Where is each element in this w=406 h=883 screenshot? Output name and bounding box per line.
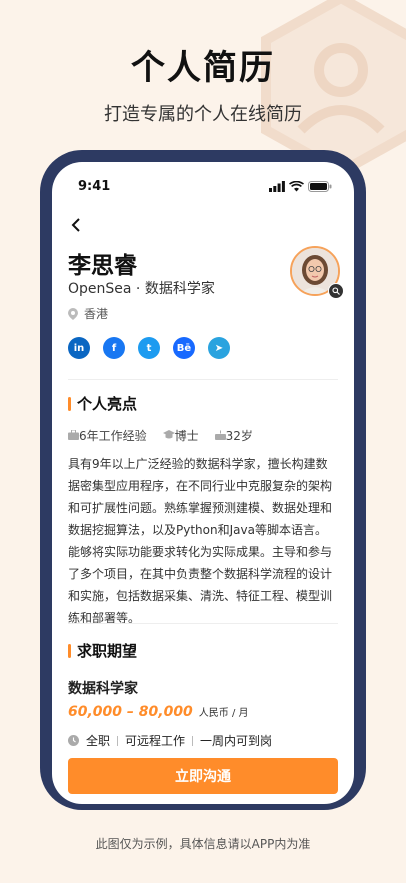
tag-fulltime: 全职 [86, 734, 111, 748]
signal-icon [269, 180, 285, 192]
section-title-highlights: 个人亮点 [68, 393, 137, 414]
graduation-cap-icon [162, 430, 175, 439]
divider [68, 623, 338, 624]
job-tags: 全职 可远程工作 一周内可到岗 [68, 732, 272, 749]
bio-text: 具有9年以上广泛经验的数据科学家，擅长构建数据密集型应用程序，在不同行业中克服复… [68, 457, 333, 625]
phone-screen: 9:41 李思睿 OpenSea · 数据科学家 香港 in f t Bē ➤ … [52, 162, 354, 804]
facebook-icon[interactable]: f [103, 337, 125, 359]
profile-location: 香港 [68, 305, 108, 322]
disclaimer-text: 此图仅为示例，具体信息请以APP内为准 [95, 837, 311, 851]
salary-range: 60,000 – 80,000 [68, 704, 193, 720]
section-title-expectation: 求职期望 [68, 640, 137, 661]
page-subtitle: 打造专属的个人在线简历 [104, 104, 302, 125]
highlight-meta: 6年工作经验 博士 32岁 [68, 427, 253, 444]
back-arrow-icon[interactable] [68, 216, 86, 234]
tag-availability: 一周内可到岗 [200, 734, 273, 748]
degree-text: 博士 [174, 429, 199, 443]
wifi-icon [289, 180, 304, 191]
cake-icon [214, 430, 226, 440]
experience-text: 6年工作经验 [79, 429, 147, 443]
twitter-icon[interactable]: t [138, 337, 160, 359]
expected-job: 数据科学家 [68, 681, 138, 697]
age-text: 32岁 [225, 429, 253, 443]
expected-salary: 60,000 – 80,000 人民币 / 月 [68, 704, 249, 720]
telegram-icon[interactable]: ➤ [208, 337, 230, 359]
status-bar: 9:41 [78, 176, 332, 196]
clock-icon [68, 735, 79, 746]
briefcase-icon [68, 429, 79, 440]
divider [68, 379, 338, 380]
profile-role: OpenSea · 数据科学家 [68, 281, 215, 297]
location-pin-icon [68, 307, 78, 320]
location-text: 香港 [84, 307, 109, 321]
social-links: in f t Bē ➤ [68, 337, 230, 359]
profile-name: 李思睿 [68, 253, 137, 279]
page-title: 个人简历 [131, 48, 275, 88]
salary-unit: 人民币 / 月 [198, 708, 249, 719]
status-time: 9:41 [78, 178, 111, 194]
phone-frame: 9:41 李思睿 OpenSea · 数据科学家 香港 in f t Bē ➤ … [40, 150, 366, 810]
battery-icon [308, 180, 332, 192]
linkedin-icon[interactable]: in [68, 337, 90, 359]
avatar-search-icon[interactable] [328, 283, 344, 299]
tag-remote: 可远程工作 [125, 734, 186, 748]
contact-now-button[interactable]: 立即沟通 [68, 758, 338, 794]
behance-icon[interactable]: Bē [173, 337, 195, 359]
